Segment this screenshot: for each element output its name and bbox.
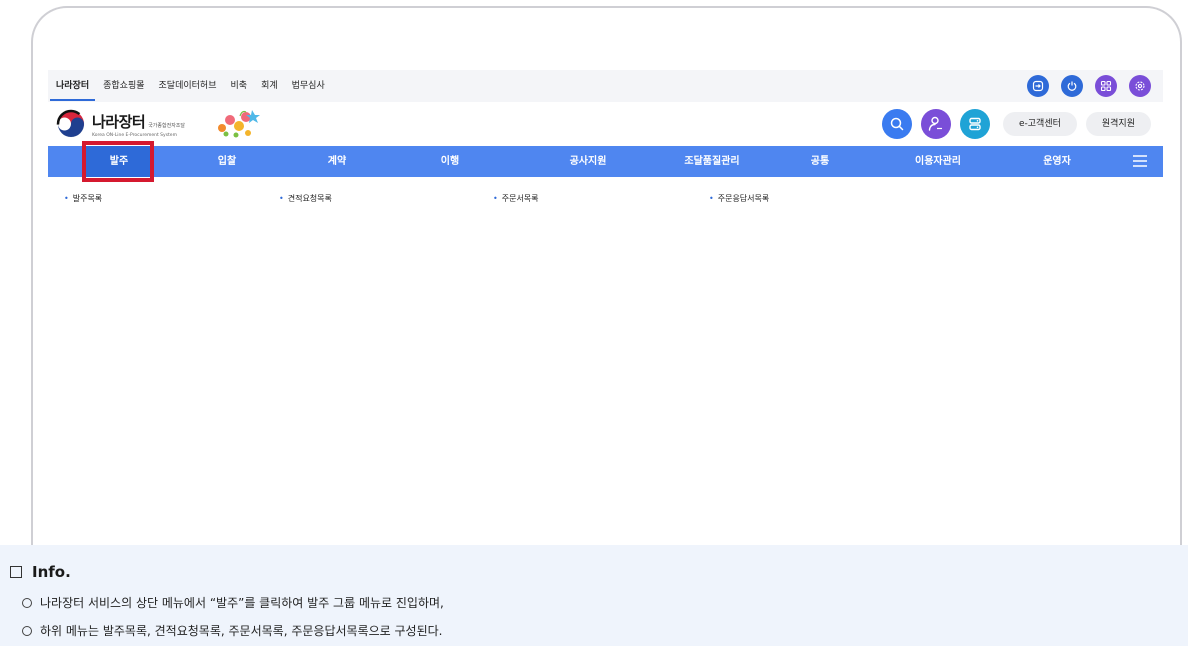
apps-grid-icon[interactable] [1095, 75, 1117, 97]
hamburger-menu-icon[interactable] [1133, 155, 1147, 167]
service-link-shopping-mall[interactable]: 종합쇼핑몰 [103, 70, 144, 102]
order-submenu: • 발주목록 • 견적요청목록 • 주문서목록 • 주문응답서목록 [48, 187, 1163, 211]
header-tools: e-고객센터 원격지원 [881, 109, 1151, 139]
mascot-illustration-icon [218, 110, 260, 138]
service-link-data-hub[interactable]: 조달데이터허브 [159, 70, 217, 102]
info-heading: Info. [10, 563, 71, 581]
highlight-box [82, 141, 154, 182]
utility-icons [1027, 75, 1151, 97]
info-line: 나라장터 서비스의 상단 메뉴에서 “발주”를 클릭하여 발주 그룹 메뉴로 진… [22, 594, 444, 611]
nav-item-fulfillment[interactable]: 이행 [415, 146, 485, 177]
logout-icon[interactable] [1027, 75, 1049, 97]
service-links: 나라장터 종합쇼핑몰 조달데이터허브 비축 회계 법무심사 [49, 70, 325, 102]
nav-item-construction-support[interactable]: 공사지원 [548, 146, 628, 177]
info-title: Info. [32, 563, 71, 581]
utility-bar: 나라장터 종합쇼핑몰 조달데이터허브 비축 회계 법무심사 [48, 70, 1163, 102]
gear-icon[interactable] [1129, 75, 1151, 97]
submenu-item-purchase-order-list[interactable]: • 주문서목록 [493, 193, 539, 204]
remote-support-button[interactable]: 원격지원 [1085, 112, 1151, 136]
nav-item-bid[interactable]: 입찰 [192, 146, 262, 177]
info-line: 하위 메뉴는 발주목록, 견적요청목록, 주문서목록, 주문응답서목록으로 구성… [22, 622, 442, 639]
nav-item-user-management[interactable]: 이용자관리 [893, 146, 983, 177]
circle-bullet-icon [22, 597, 32, 608]
submenu-item-order-response-list[interactable]: • 주문응답서목록 [709, 193, 769, 204]
my-page-button[interactable] [920, 109, 951, 139]
circle-bullet-icon [22, 625, 32, 636]
logo-english: Korea ON-Line E-Procurement System [92, 132, 177, 138]
service-link-accounting[interactable]: 회계 [261, 70, 278, 102]
search-icon [890, 117, 904, 131]
customer-center-button[interactable]: e-고객센터 [1002, 112, 1077, 136]
power-icon[interactable] [1061, 75, 1083, 97]
taegeuk-logo-icon [56, 109, 86, 139]
header: 나라장터 국가종합전자조달 Korea ON-Line E-Procuremen… [48, 104, 1163, 146]
info-panel: Info. 나라장터 서비스의 상단 메뉴에서 “발주”를 클릭하여 발주 그룹… [0, 545, 1188, 646]
main-nav: 발주 입찰 계약 이행 공사지원 조달품질관리 공통 이용자관리 운영자 [48, 146, 1163, 177]
server-button[interactable] [959, 109, 990, 139]
nav-item-operator[interactable]: 운영자 [1022, 146, 1092, 177]
user-icon [928, 116, 942, 131]
nav-item-contract[interactable]: 계약 [302, 146, 372, 177]
narajangteo-logo[interactable]: 나라장터 국가종합전자조달 Korea ON-Line E-Procuremen… [56, 109, 185, 139]
service-link-stockpile[interactable]: 비축 [231, 70, 248, 102]
search-button[interactable] [881, 109, 912, 139]
server-icon [969, 117, 981, 131]
nav-item-quality-management[interactable]: 조달품질관리 [662, 146, 762, 177]
submenu-item-order-list[interactable]: • 발주목록 [64, 193, 102, 204]
narajangteo-screen: 나라장터 종합쇼핑몰 조달데이터허브 비축 회계 법무심사 나라장터 국가종합전… [48, 70, 1163, 540]
logo-subtitle: 국가종합전자조달 [148, 122, 186, 129]
submenu-item-quote-request-list[interactable]: • 견적요청목록 [279, 193, 332, 204]
checkbox-square-icon [10, 566, 22, 578]
service-link-narajangteo[interactable]: 나라장터 [49, 70, 96, 102]
service-link-legal-review[interactable]: 법무심사 [292, 70, 325, 102]
nav-item-common[interactable]: 공통 [785, 146, 855, 177]
logo-title: 나라장터 [92, 112, 146, 131]
